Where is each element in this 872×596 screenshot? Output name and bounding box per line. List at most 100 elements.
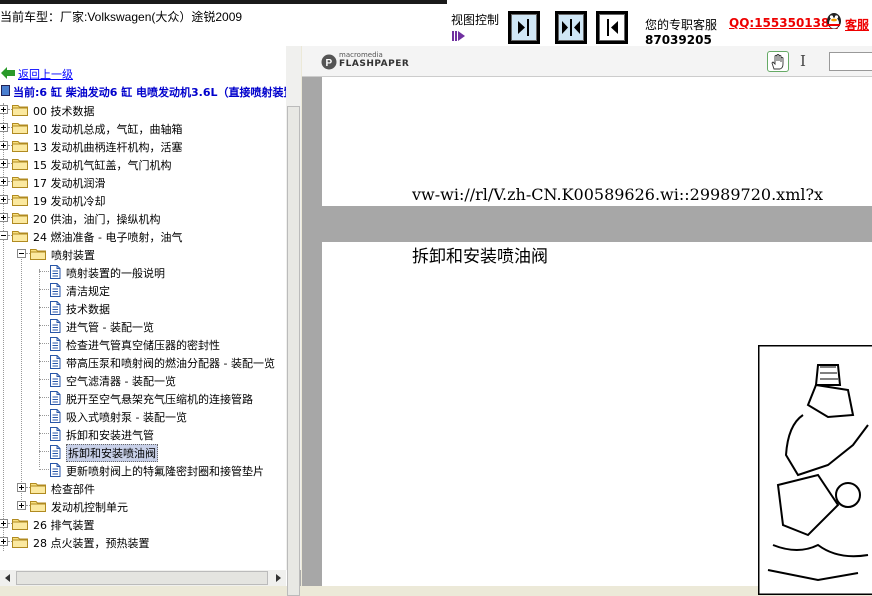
expand-icon[interactable] [0, 123, 8, 132]
tree-guide-line [39, 433, 49, 434]
page-title: 拆卸和安装喷油阀 [412, 242, 548, 267]
flashpaper-logo-icon: P [321, 54, 337, 70]
document-icon [49, 301, 61, 315]
injector-illustration [758, 345, 872, 595]
document-icon [49, 337, 61, 351]
show-left-pane-button[interactable] [508, 11, 540, 44]
folder-icon [12, 536, 28, 548]
expand-icon[interactable] [0, 213, 8, 222]
expand-icon[interactable] [17, 501, 26, 510]
tree-item-label[interactable]: 更新喷射阀上的特氟隆密封圈和接管垫片 [66, 463, 264, 479]
hide-left-pane-button[interactable] [596, 11, 628, 44]
view-arrow-icon [452, 30, 466, 42]
qq-link[interactable]: QQ:1553501388 [729, 16, 838, 30]
tree-item-label[interactable]: 17 发动机润滑 [33, 175, 106, 191]
expand-icon[interactable] [17, 483, 26, 492]
split-view-button[interactable] [555, 11, 587, 44]
tree-guide-line [39, 271, 49, 272]
tree-item-label[interactable]: 检查进气管真空储压器的密封性 [66, 337, 220, 353]
document-area[interactable]: vw-wi://rl/V.zh-CN.K00589626.wi::2998972… [302, 77, 872, 586]
tree-item-label[interactable]: 26 排气装置 [33, 517, 95, 533]
document-page-1: vw-wi://rl/V.zh-CN.K00589626.wi::2998972… [322, 77, 872, 206]
tree-guide-line [39, 361, 49, 362]
tree-item-label[interactable]: 拆卸和安装进气管 [66, 427, 154, 443]
tree-item-label[interactable]: 13 发动机曲柄连杆机构，活塞 [33, 139, 183, 155]
tree-item-label[interactable]: 15 发动机气缸盖，气门机构 [33, 157, 172, 173]
text-select-tool-icon[interactable]: I [800, 52, 806, 70]
flashpaper-toolbar: P macromedia FLASHPAPER I [302, 46, 872, 77]
tree-item-label[interactable]: 进气管 - 装配一览 [66, 319, 154, 335]
folder-icon [30, 500, 46, 512]
tree-horizontal-scroll-thumb[interactable] [16, 571, 268, 585]
tree-item-label[interactable]: 吸入式喷射泵 - 装配一览 [66, 409, 187, 425]
expand-icon[interactable] [0, 195, 8, 204]
tree-item-label[interactable]: 清洁规定 [66, 283, 110, 299]
qq-penguin-icon[interactable] [824, 10, 844, 30]
hand-tool-button[interactable] [767, 51, 789, 72]
expand-icon[interactable] [0, 177, 8, 186]
tree-guide-line [39, 397, 49, 398]
tree-guide-line [39, 307, 49, 308]
tree-item-label[interactable]: 带高压泵和喷射阀的燃油分配器 - 装配一览 [66, 355, 275, 371]
arrow-right-bar-icon [508, 11, 540, 44]
document-icon [49, 463, 61, 477]
expand-icon[interactable] [0, 537, 8, 546]
tree-item-label[interactable]: 脱开至空气悬架充气压缩机的连接管路 [66, 391, 253, 407]
folder-icon [12, 194, 28, 206]
tree-item-label[interactable]: 10 发动机总成，气缸，曲轴箱 [33, 121, 183, 137]
tree-guide-line [39, 415, 49, 416]
tree-item-label[interactable]: 20 供油，油门，操纵机构 [33, 211, 161, 227]
tree-item-label[interactable]: 技术数据 [66, 301, 110, 317]
hand-icon [768, 52, 788, 71]
folder-icon [12, 140, 28, 152]
expand-icon[interactable] [0, 105, 8, 114]
tree-item-label[interactable]: 发动机控制单元 [51, 499, 128, 515]
expand-icon[interactable] [0, 141, 8, 150]
scroll-left-icon[interactable] [1, 571, 15, 585]
tree-vertical-scroll-thumb[interactable] [287, 106, 300, 596]
tree-item-label[interactable]: 喷射装置的一般说明 [66, 265, 165, 281]
flashpaper-label: FLASHPAPER [339, 59, 409, 69]
tree-item-label-selected[interactable]: 拆卸和安装喷油阀 [66, 444, 158, 462]
back-link-label[interactable]: 返回上一级 [18, 66, 73, 82]
expand-icon[interactable] [0, 519, 8, 528]
zoom-input[interactable] [829, 52, 872, 71]
tree-item-label[interactable]: 24 燃油准备 - 电子喷射，油气 [33, 229, 182, 245]
document-icon [49, 409, 61, 423]
tree-item-label[interactable]: 28 点火装置，预热装置 [33, 535, 150, 551]
tree-item-label[interactable]: 喷射装置 [51, 247, 95, 263]
folder-icon [12, 104, 28, 116]
collapse-icon[interactable] [17, 249, 26, 258]
document-url: vw-wi://rl/V.zh-CN.K00589626.wi::2998972… [412, 185, 823, 204]
folder-icon [12, 122, 28, 134]
tree-item-label[interactable]: 00 技术数据 [33, 103, 95, 119]
tree-horizontal-scrollbar[interactable] [0, 570, 286, 586]
tree-item-label[interactable]: 空气滤清器 - 装配一览 [66, 373, 176, 389]
folder-icon [12, 230, 28, 242]
service-label: 您的专职客服 [645, 16, 717, 33]
tree-guide-line [39, 269, 40, 467]
tree-vertical-scrollbar[interactable] [286, 46, 301, 570]
folder-icon [30, 482, 46, 494]
document-page-2: 拆卸和安装喷油阀 [322, 242, 872, 586]
current-location-label: 当前:6 缸 柴油发动6 缸 电喷发动机3.6L（直接喷射装置） [13, 84, 306, 100]
tree-item-label[interactable]: 19 发动机冷却 [33, 193, 106, 209]
scroll-right-icon[interactable] [271, 571, 285, 585]
collapse-icon[interactable] [0, 231, 8, 240]
expand-icon[interactable] [0, 159, 8, 168]
tree-guide-line [39, 379, 49, 380]
folder-icon [12, 176, 28, 188]
kefu-link[interactable]: 客服 [845, 16, 869, 33]
arrow-left-bar-icon [596, 11, 628, 44]
split-arrows-icon [555, 11, 587, 44]
navigation-tree-pane: 返回上一级 当前:6 缸 柴油发动6 缸 电喷发动机3.6L（直接喷射装置） 0… [0, 46, 301, 586]
tree-item-label[interactable]: 检查部件 [51, 481, 95, 497]
document-viewer: P macromedia FLASHPAPER I vw-wi://rl/V.z… [302, 46, 872, 586]
phone-number: 87039205 [645, 33, 712, 47]
view-control-label: 视图控制 [451, 11, 499, 28]
tree-guide-line [39, 325, 49, 326]
tree-guide-line [39, 289, 49, 290]
document-icon [49, 319, 61, 333]
tree-guide-line [39, 469, 49, 470]
svg-text:P: P [326, 58, 333, 69]
